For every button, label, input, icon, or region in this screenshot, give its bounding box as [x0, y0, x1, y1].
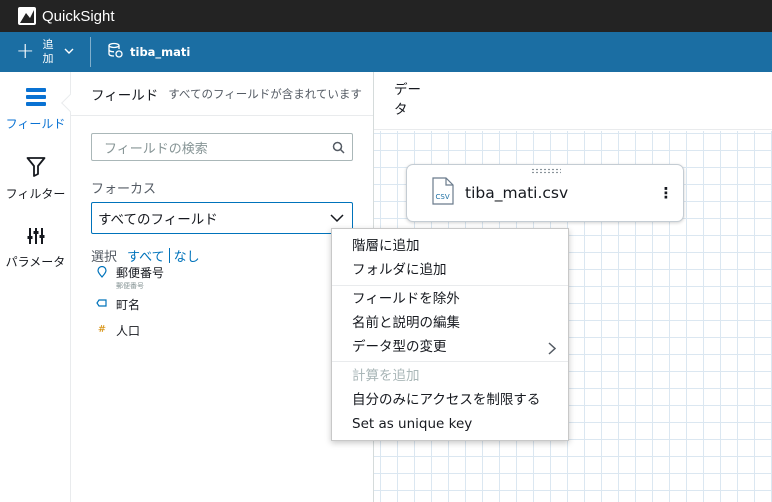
select-divider [168, 248, 170, 263]
left-nav: フィールド フィルター パラメータ [0, 72, 81, 502]
select-all-link[interactable]: すべて [127, 246, 165, 265]
search-placeholder: フィールドの検索 [104, 141, 208, 157]
drag-handle-icon[interactable] [531, 168, 561, 174]
search-icon [324, 141, 352, 154]
menu-item-add-calculation: 計算を追加 [352, 368, 420, 384]
field-name: 郵便番号 郵便番号 [116, 264, 164, 291]
toolbar-divider [90, 37, 91, 67]
nav-fields[interactable]: フィールド [0, 86, 71, 132]
plus-icon: + [16, 39, 35, 64]
menu-item-add-to-folder[interactable]: フォルダに追加 [352, 258, 447, 282]
fields-icon [25, 86, 47, 111]
menu-divider [332, 361, 568, 362]
add-label: 追加 [42, 38, 54, 65]
focus-label: フォーカス [91, 182, 157, 197]
menu-item-restrict-access[interactable]: 自分のみにアクセスを制限する [352, 388, 540, 412]
chevron-right-icon [548, 342, 557, 359]
focus-select-value: すべてのフィールド [98, 212, 218, 228]
svg-text:CSV: CSV [436, 193, 450, 201]
menu-item-change-data-type[interactable]: データ型の変更 [352, 335, 447, 359]
more-options-icon[interactable]: ⋮ [649, 184, 683, 202]
parameters-icon [26, 226, 46, 249]
nav-filters-label: フィルター [5, 187, 66, 201]
csv-file-icon: CSV [431, 177, 455, 209]
nav-parameters-label: パラメータ [5, 255, 66, 269]
menu-divider [332, 285, 568, 286]
field-name-text: 郵便番号 [116, 266, 165, 280]
fields-panel-header: フィールド すべてのフィールドが含まれています [71, 72, 373, 116]
selection-row: 選択 すべて なし [91, 246, 200, 265]
app-brand: QuickSight [42, 7, 115, 25]
focus-select[interactable]: すべてのフィールド [91, 202, 353, 234]
field-name-text: 町名 [116, 298, 141, 312]
filter-icon [26, 156, 46, 181]
fields-panel: フィールド すべてのフィールドが含まれています フィールドの検索 フォーカス す… [71, 72, 374, 502]
select-none-link[interactable]: なし [174, 246, 200, 265]
dataset-file-name: tiba_mati.csv [465, 184, 569, 202]
number-field-icon: # [97, 324, 107, 335]
nav-fields-label: フィールド [5, 117, 66, 131]
location-icon [95, 266, 109, 278]
canvas-header: データ [374, 72, 772, 130]
quicksight-logo-icon [18, 7, 36, 25]
dataset-name: tiba_mati [130, 45, 191, 59]
context-menu: 階層に追加 フォルダに追加 フィールドを除外 名前と説明の編集 データ型の変更 … [331, 228, 569, 441]
field-item[interactable]: # 人口 [95, 322, 140, 339]
field-name-sub: 郵便番号 [116, 282, 144, 290]
add-button[interactable]: + 追加 [0, 32, 90, 72]
menu-item-set-unique-key[interactable]: Set as unique key [352, 412, 472, 436]
canvas-label: データ [394, 82, 421, 118]
nav-filters[interactable]: フィルター [0, 156, 71, 202]
field-search-input[interactable]: フィールドの検索 [91, 133, 353, 161]
dataset-selector[interactable]: tiba_mati [107, 42, 190, 62]
dataset-card[interactable]: CSV tiba_mati.csv ⋮ [406, 164, 684, 222]
fields-panel-title: フィールド [91, 87, 159, 104]
nav-parameters[interactable]: パラメータ [0, 226, 71, 270]
select-label: 選択 [91, 250, 118, 265]
menu-item-edit-name-description[interactable]: 名前と説明の編集 [352, 311, 460, 335]
top-bar: QuickSight [0, 0, 772, 32]
field-name-text: 人口 [116, 324, 141, 338]
field-item[interactable]: 郵便番号 郵便番号 [95, 264, 164, 291]
menu-item-add-to-hierarchy[interactable]: 階層に追加 [352, 234, 420, 258]
chevron-down-icon [322, 213, 352, 223]
text-field-icon [95, 298, 109, 308]
fields-panel-subtitle: すべてのフィールドが含まれています [168, 86, 362, 101]
field-item[interactable]: 町名 [95, 296, 140, 313]
toolbar: + 追加 tiba_mati [0, 32, 772, 72]
menu-item-exclude-field[interactable]: フィールドを除外 [352, 287, 460, 311]
chevron-down-icon [64, 47, 74, 58]
database-icon [107, 42, 123, 62]
